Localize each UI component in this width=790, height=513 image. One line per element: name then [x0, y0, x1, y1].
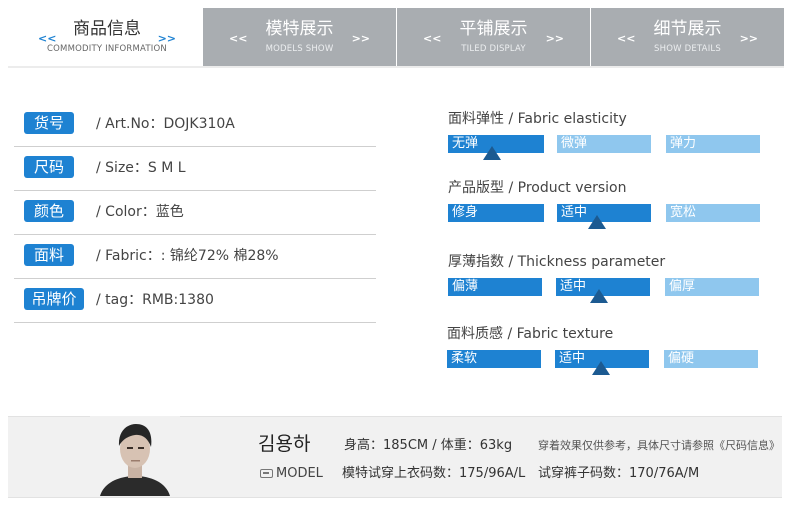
model-label-text: MODEL	[276, 466, 323, 481]
tab-commodity-information[interactable]: << 商品信息 COMMODITY INFORMATION >>	[12, 8, 202, 66]
scale-title-thickness: 厚薄指数 / Thickness parameter	[448, 254, 666, 270]
info-badge: 吊牌价	[24, 288, 84, 310]
scale-option: 弹力	[666, 135, 760, 153]
info-row-art-no: 货号 / Art.No：DOJK310A	[14, 102, 376, 147]
tab-divider	[8, 66, 784, 68]
info-badge: 货号	[24, 112, 74, 134]
scale-option: 微弹	[557, 135, 651, 153]
scale-title-elasticity: 面料弹性 / Fabric elasticity	[448, 111, 627, 127]
info-row-color: 颜色 / Color：蓝色	[14, 190, 376, 235]
tab-show-details[interactable]: << 细节展示 SHOW DETAILS >>	[591, 8, 784, 66]
info-value: / Fabric：: 锦纶72% 棉28%	[96, 248, 279, 264]
scale-title-product-version: 产品版型 / Product version	[448, 180, 627, 196]
scale-option: 柔软	[447, 350, 541, 368]
model-name: 김용하	[258, 433, 311, 455]
tab-bar: << 商品信息 COMMODITY INFORMATION >> << 模特展示…	[0, 0, 790, 68]
scale-option: 宽松	[666, 204, 760, 222]
double-right-arrow-icon: >>	[157, 32, 176, 45]
info-row-tag-price: 吊牌价 / tag：RMB:1380	[14, 278, 376, 323]
model-top-size: 模特试穿上衣码数：175/96A/L	[342, 466, 526, 481]
scale-option: 偏硬	[664, 350, 758, 368]
info-value: / Color：蓝色	[96, 204, 184, 220]
tab-tiled-display[interactable]: << 平铺展示 TILED DISPLAY >>	[397, 8, 590, 66]
scale-option: 偏厚	[665, 278, 759, 296]
double-right-arrow-icon: >>	[351, 32, 370, 45]
info-value: / tag：RMB:1380	[96, 292, 214, 308]
model-stats: 身高：185CM / 体重：63kg	[344, 438, 513, 453]
size-note: 穿着效果仅供参考，具体尺寸请参照《尺码信息》	[538, 439, 780, 452]
scale-option: 偏薄	[448, 278, 542, 296]
scale-option: 修身	[448, 204, 544, 222]
double-right-arrow-icon: >>	[545, 32, 564, 45]
model-bottom-size: 试穿裤子码数：170/76A/M	[538, 466, 700, 481]
scale-marker-icon	[588, 215, 606, 229]
scale-title-fabric-texture: 面料质感 / Fabric texture	[447, 326, 614, 342]
info-value: / Art.No：DOJK310A	[96, 116, 235, 132]
info-value: / Size：S M L	[96, 160, 186, 176]
scale-marker-icon	[592, 361, 610, 375]
tab-models-show[interactable]: << 模特展示 MODELS SHOW >>	[203, 8, 396, 66]
scale-marker-icon	[590, 289, 608, 303]
info-row-fabric: 面料 / Fabric：: 锦纶72% 棉28%	[14, 234, 376, 279]
model-label: MODEL	[260, 465, 323, 483]
info-row-size: 尺码 / Size：S M L	[14, 146, 376, 191]
info-badge: 尺码	[24, 156, 74, 178]
info-badge: 颜色	[24, 200, 74, 222]
scale-marker-icon	[483, 146, 501, 160]
model-photo	[90, 416, 180, 496]
tv-icon	[260, 469, 273, 478]
double-right-arrow-icon: >>	[739, 32, 758, 45]
info-badge: 面料	[24, 244, 74, 266]
